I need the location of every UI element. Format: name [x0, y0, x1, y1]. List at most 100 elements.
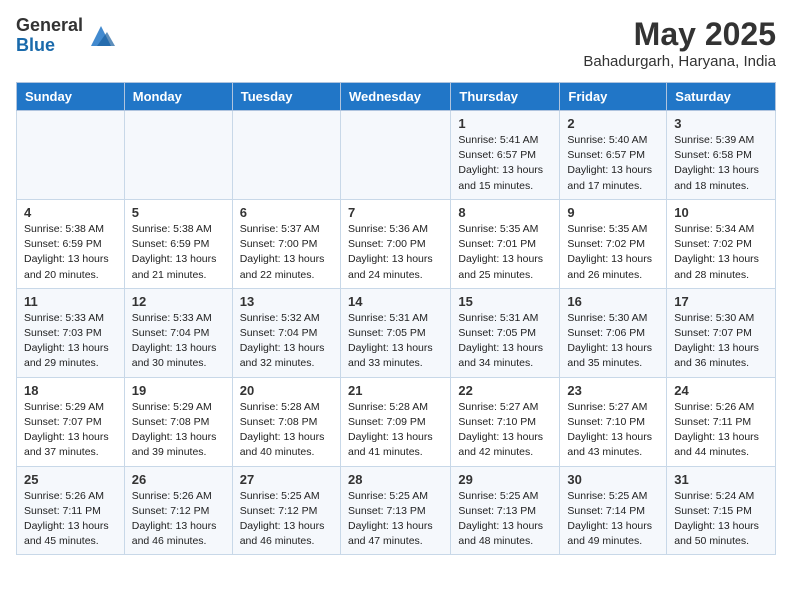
day-detail: Sunrise: 5:36 AM Sunset: 7:00 PM Dayligh… — [348, 222, 443, 283]
day-detail: Sunrise: 5:32 AM Sunset: 7:04 PM Dayligh… — [240, 311, 333, 372]
day-number: 14 — [348, 294, 443, 309]
page-header: General Blue May 2025 Bahadurgarh, Harya… — [16, 16, 776, 70]
day-detail: Sunrise: 5:34 AM Sunset: 7:02 PM Dayligh… — [674, 222, 768, 283]
day-number: 9 — [567, 205, 659, 220]
day-detail: Sunrise: 5:31 AM Sunset: 7:05 PM Dayligh… — [458, 311, 552, 372]
logo-icon — [87, 22, 115, 50]
day-cell — [340, 111, 450, 200]
day-number: 6 — [240, 205, 333, 220]
day-number: 17 — [674, 294, 768, 309]
day-cell: 14 Sunrise: 5:31 AM Sunset: 7:05 PM Dayli… — [340, 288, 450, 377]
week-row-4: 18 Sunrise: 5:29 AM Sunset: 7:07 PM Dayli… — [17, 377, 776, 466]
column-header-thursday: Thursday — [451, 83, 560, 111]
day-number: 7 — [348, 205, 443, 220]
week-row-1: 1 Sunrise: 5:41 AM Sunset: 6:57 PM Daylig… — [17, 111, 776, 200]
day-cell: 2 Sunrise: 5:40 AM Sunset: 6:57 PM Daylig… — [560, 111, 667, 200]
day-detail: Sunrise: 5:33 AM Sunset: 7:03 PM Dayligh… — [24, 311, 117, 372]
day-cell: 11Sunrise: 5:33 AM Sunset: 7:03 PM Dayli… — [17, 288, 125, 377]
day-number: 26 — [132, 472, 225, 487]
day-number: 22 — [458, 383, 552, 398]
column-header-monday: Monday — [124, 83, 232, 111]
day-number: 10 — [674, 205, 768, 220]
day-number: 20 — [240, 383, 333, 398]
day-cell: 15Sunrise: 5:31 AM Sunset: 7:05 PM Dayli… — [451, 288, 560, 377]
logo: General Blue — [16, 16, 115, 56]
day-number: 4 — [24, 205, 117, 220]
logo-general-text: General — [16, 16, 83, 36]
day-cell: 13 Sunrise: 5:32 AM Sunset: 7:04 PM Dayli… — [232, 288, 340, 377]
logo-blue-text: Blue — [16, 36, 83, 56]
day-number: 3 — [674, 116, 768, 131]
day-cell: 19 Sunrise: 5:29 AM Sunset: 7:08 PM Dayli… — [124, 377, 232, 466]
day-number: 28 — [348, 472, 443, 487]
day-detail: Sunrise: 5:29 AM Sunset: 7:08 PM Dayligh… — [132, 400, 225, 461]
day-detail: Sunrise: 5:31 AM Sunset: 7:05 PM Dayligh… — [348, 311, 443, 372]
day-cell — [232, 111, 340, 200]
day-detail: Sunrise: 5:35 AM Sunset: 7:01 PM Dayligh… — [458, 222, 552, 283]
day-cell: 8Sunrise: 5:35 AM Sunset: 7:01 PM Daylig… — [451, 199, 560, 288]
day-detail: Sunrise: 5:38 AM Sunset: 6:59 PM Dayligh… — [132, 222, 225, 283]
day-detail: Sunrise: 5:30 AM Sunset: 7:07 PM Dayligh… — [674, 311, 768, 372]
day-detail: Sunrise: 5:28 AM Sunset: 7:09 PM Dayligh… — [348, 400, 443, 461]
day-number: 30 — [567, 472, 659, 487]
day-detail: Sunrise: 5:26 AM Sunset: 7:11 PM Dayligh… — [24, 489, 117, 550]
day-cell: 16Sunrise: 5:30 AM Sunset: 7:06 PM Dayli… — [560, 288, 667, 377]
day-number: 23 — [567, 383, 659, 398]
day-detail: Sunrise: 5:25 AM Sunset: 7:12 PM Dayligh… — [240, 489, 333, 550]
column-header-tuesday: Tuesday — [232, 83, 340, 111]
day-detail: Sunrise: 5:39 AM Sunset: 6:58 PM Dayligh… — [674, 133, 768, 194]
day-number: 19 — [132, 383, 225, 398]
week-row-5: 25 Sunrise: 5:26 AM Sunset: 7:11 PM Dayli… — [17, 466, 776, 555]
day-detail: Sunrise: 5:41 AM Sunset: 6:57 PM Dayligh… — [458, 133, 552, 194]
day-number: 24 — [674, 383, 768, 398]
column-header-saturday: Saturday — [667, 83, 776, 111]
day-cell: 4 Sunrise: 5:38 AM Sunset: 6:59 PM Daylig… — [17, 199, 125, 288]
day-number: 29 — [458, 472, 552, 487]
day-cell: 5 Sunrise: 5:38 AM Sunset: 6:59 PM Daylig… — [124, 199, 232, 288]
day-detail: Sunrise: 5:37 AM Sunset: 7:00 PM Dayligh… — [240, 222, 333, 283]
day-detail: Sunrise: 5:40 AM Sunset: 6:57 PM Dayligh… — [567, 133, 659, 194]
day-cell: 7 Sunrise: 5:36 AM Sunset: 7:00 PM Daylig… — [340, 199, 450, 288]
day-detail: Sunrise: 5:38 AM Sunset: 6:59 PM Dayligh… — [24, 222, 117, 283]
day-number: 13 — [240, 294, 333, 309]
day-number: 25 — [24, 472, 117, 487]
day-number: 5 — [132, 205, 225, 220]
day-header-row: SundayMondayTuesdayWednesdayThursdayFrid… — [17, 83, 776, 111]
day-number: 12 — [132, 294, 225, 309]
title-block: May 2025 Bahadurgarh, Haryana, India — [583, 16, 776, 70]
day-cell: 22 Sunrise: 5:27 AM Sunset: 7:10 PM Dayli… — [451, 377, 560, 466]
day-number: 27 — [240, 472, 333, 487]
day-number: 1 — [458, 116, 552, 131]
day-detail: Sunrise: 5:35 AM Sunset: 7:02 PM Dayligh… — [567, 222, 659, 283]
day-cell: 29 Sunrise: 5:25 AM Sunset: 7:13 PM Dayli… — [451, 466, 560, 555]
day-detail: Sunrise: 5:25 AM Sunset: 7:13 PM Dayligh… — [458, 489, 552, 550]
day-detail: Sunrise: 5:26 AM Sunset: 7:12 PM Dayligh… — [132, 489, 225, 550]
day-detail: Sunrise: 5:26 AM Sunset: 7:11 PM Dayligh… — [674, 400, 768, 461]
day-cell: 21 Sunrise: 5:28 AM Sunset: 7:09 PM Dayli… — [340, 377, 450, 466]
day-number: 2 — [567, 116, 659, 131]
day-detail: Sunrise: 5:25 AM Sunset: 7:13 PM Dayligh… — [348, 489, 443, 550]
day-detail: Sunrise: 5:30 AM Sunset: 7:06 PM Dayligh… — [567, 311, 659, 372]
day-cell: 25 Sunrise: 5:26 AM Sunset: 7:11 PM Dayli… — [17, 466, 125, 555]
calendar-table: SundayMondayTuesdayWednesdayThursdayFrid… — [16, 82, 776, 555]
day-number: 18 — [24, 383, 117, 398]
day-cell: 23Sunrise: 5:27 AM Sunset: 7:10 PM Dayli… — [560, 377, 667, 466]
month-title: May 2025 — [583, 16, 776, 53]
day-cell: 31Sunrise: 5:24 AM Sunset: 7:15 PM Dayli… — [667, 466, 776, 555]
day-detail: Sunrise: 5:27 AM Sunset: 7:10 PM Dayligh… — [458, 400, 552, 461]
day-cell: 28 Sunrise: 5:25 AM Sunset: 7:13 PM Dayli… — [340, 466, 450, 555]
day-cell: 12 Sunrise: 5:33 AM Sunset: 7:04 PM Dayli… — [124, 288, 232, 377]
day-detail: Sunrise: 5:28 AM Sunset: 7:08 PM Dayligh… — [240, 400, 333, 461]
day-detail: Sunrise: 5:29 AM Sunset: 7:07 PM Dayligh… — [24, 400, 117, 461]
location-text: Bahadurgarh, Haryana, India — [583, 53, 776, 70]
day-cell: 9 Sunrise: 5:35 AM Sunset: 7:02 PM Daylig… — [560, 199, 667, 288]
day-detail: Sunrise: 5:33 AM Sunset: 7:04 PM Dayligh… — [132, 311, 225, 372]
day-number: 21 — [348, 383, 443, 398]
day-cell: 27 Sunrise: 5:25 AM Sunset: 7:12 PM Dayli… — [232, 466, 340, 555]
week-row-3: 11Sunrise: 5:33 AM Sunset: 7:03 PM Dayli… — [17, 288, 776, 377]
day-detail: Sunrise: 5:25 AM Sunset: 7:14 PM Dayligh… — [567, 489, 659, 550]
column-header-friday: Friday — [560, 83, 667, 111]
day-number: 31 — [674, 472, 768, 487]
day-cell: 1 Sunrise: 5:41 AM Sunset: 6:57 PM Daylig… — [451, 111, 560, 200]
column-header-sunday: Sunday — [17, 83, 125, 111]
